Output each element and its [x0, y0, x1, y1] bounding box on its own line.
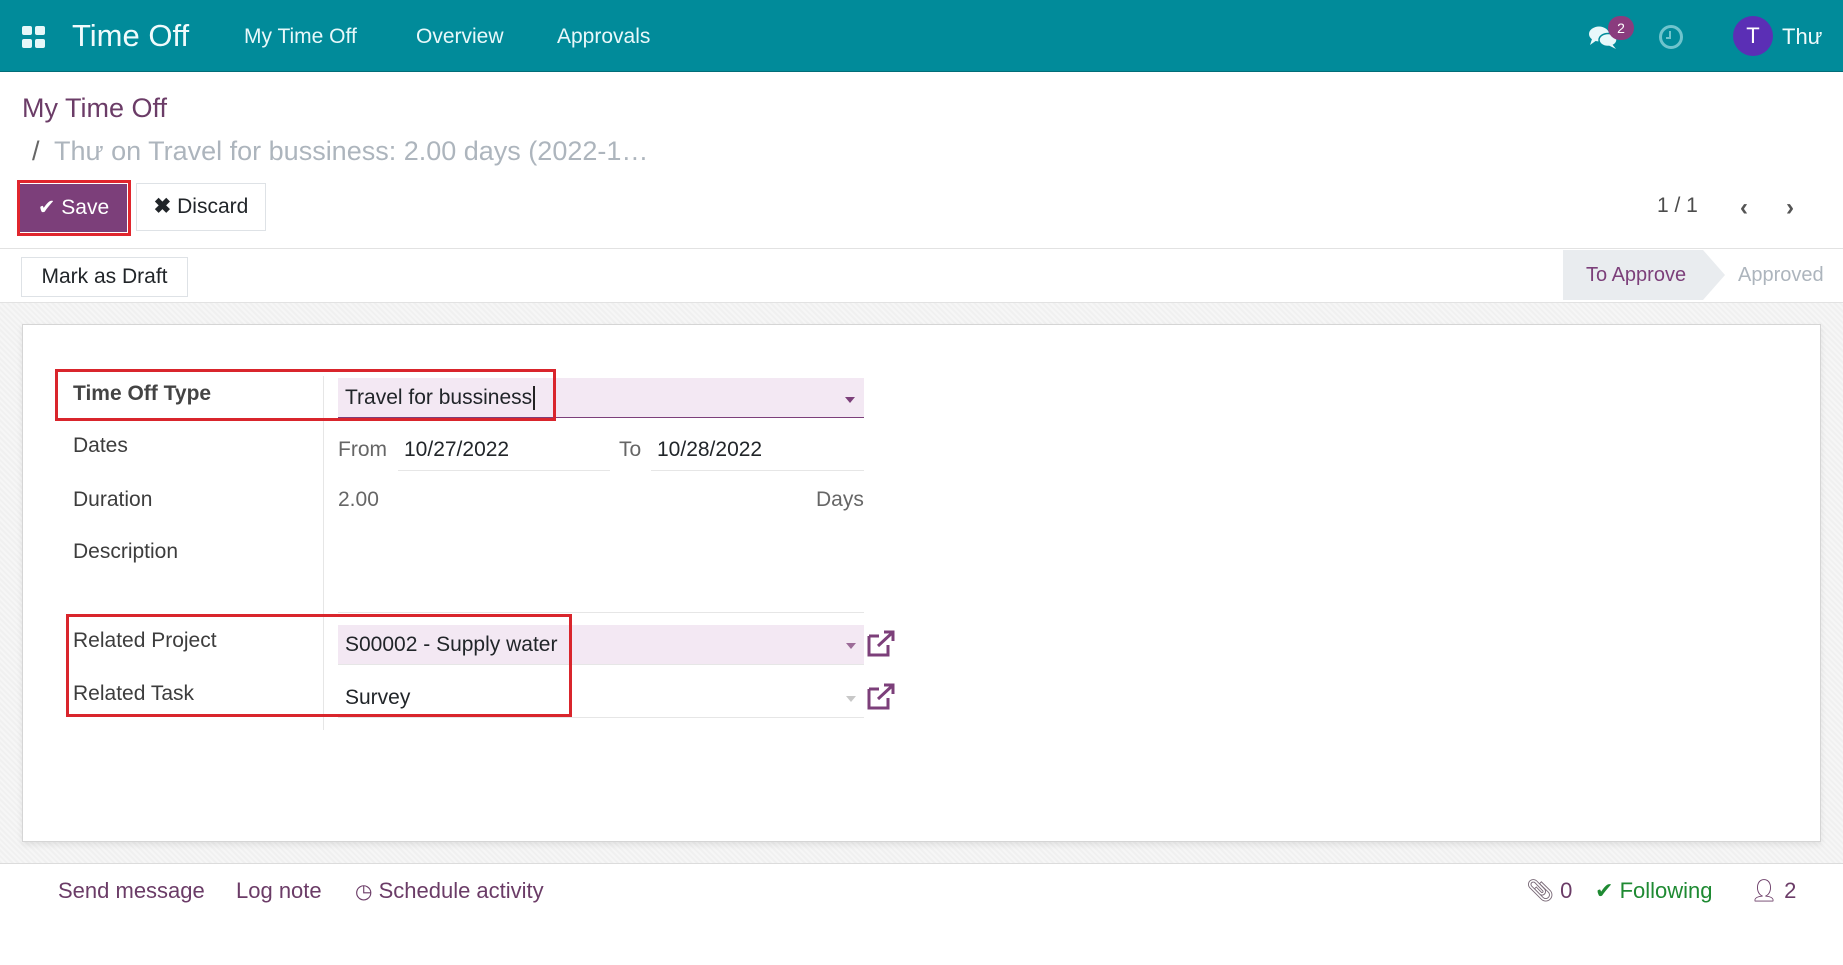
chevron-left-icon[interactable]: ‹ — [1740, 194, 1748, 222]
send-message-button[interactable]: Send message — [58, 878, 205, 904]
date-to-input[interactable]: 10/28/2022 — [657, 438, 762, 462]
check-icon: ✔ — [37, 196, 56, 219]
breadcrumb-parent[interactable]: My Time Off — [22, 93, 167, 124]
from-label: From — [338, 438, 387, 461]
log-note-button[interactable]: Log note — [236, 878, 322, 904]
save-button[interactable]: ✔ Save — [20, 184, 127, 232]
following-label: Following — [1619, 878, 1713, 903]
date-from-input[interactable]: 10/27/2022 — [404, 438, 509, 462]
schedule-activity-button[interactable]: ◷ Schedule activity — [355, 878, 544, 904]
discard-button[interactable]: ✖ Discard — [136, 183, 266, 231]
related-task-underline — [338, 717, 864, 718]
external-link-icon[interactable] — [866, 683, 896, 711]
mark-as-draft-button[interactable]: Mark as Draft — [21, 257, 188, 297]
duration-unit: Days — [816, 488, 864, 511]
attachments-button[interactable]: 📎︎ 0 — [1526, 878, 1572, 904]
check-icon: ✔ — [1595, 878, 1614, 903]
save-label: Save — [61, 196, 110, 219]
following-button[interactable]: ✔ Following — [1595, 878, 1713, 904]
top-navbar: Time Off My Time Off Overview Approvals … — [0, 0, 1843, 72]
description-input[interactable] — [338, 612, 864, 613]
schedule-activity-label: Schedule activity — [378, 878, 544, 903]
divider — [0, 248, 1843, 249]
messages-count-badge: 2 — [1608, 16, 1634, 40]
discard-label: Discard — [177, 195, 249, 218]
user-name[interactable]: Thư — [1782, 24, 1822, 50]
chevron-down-icon[interactable] — [846, 643, 856, 649]
user-icon: 👤︎ — [1750, 878, 1778, 903]
chevron-down-icon[interactable] — [845, 397, 855, 403]
duration-value[interactable]: 2.00 — [338, 488, 379, 512]
menu-overview[interactable]: Overview — [416, 25, 504, 49]
date-from-underline — [398, 470, 610, 471]
paperclip-icon: 📎︎ — [1526, 878, 1554, 903]
clock-icon: ◷ — [355, 881, 373, 903]
dates-label: Dates — [73, 434, 128, 457]
pager-value[interactable]: 1 / 1 — [1657, 194, 1698, 218]
stage-to-approve[interactable]: To Approve — [1563, 250, 1725, 300]
close-icon: ✖ — [153, 195, 172, 218]
menu-my-time-off[interactable]: My Time Off — [244, 25, 357, 49]
chevron-down-icon[interactable] — [846, 696, 856, 702]
app-brand[interactable]: Time Off — [72, 18, 189, 54]
breadcrumb-current: Thư on Travel for bussiness: 2.00 days (… — [54, 136, 649, 166]
to-label: To — [619, 438, 642, 461]
attachments-count: 0 — [1560, 878, 1573, 903]
user-avatar[interactable]: T — [1733, 16, 1773, 56]
time-off-type-highlight-box — [55, 369, 556, 421]
related-fields-highlight-box — [66, 614, 572, 717]
followers-count: 2 — [1784, 878, 1797, 903]
followers-button[interactable]: 👤︎ 2 — [1750, 878, 1796, 904]
duration-label: Duration — [73, 488, 153, 511]
external-link-icon[interactable] — [866, 630, 896, 658]
clock-icon[interactable] — [1659, 25, 1683, 49]
menu-approvals[interactable]: Approvals — [557, 25, 650, 49]
apps-grid-icon[interactable] — [22, 26, 46, 48]
breadcrumb-separator: / — [32, 136, 40, 166]
chevron-right-icon[interactable]: › — [1786, 194, 1794, 222]
description-label: Description — [73, 540, 179, 563]
date-to-underline — [651, 470, 864, 471]
stage-approved[interactable]: Approved — [1738, 250, 1824, 300]
